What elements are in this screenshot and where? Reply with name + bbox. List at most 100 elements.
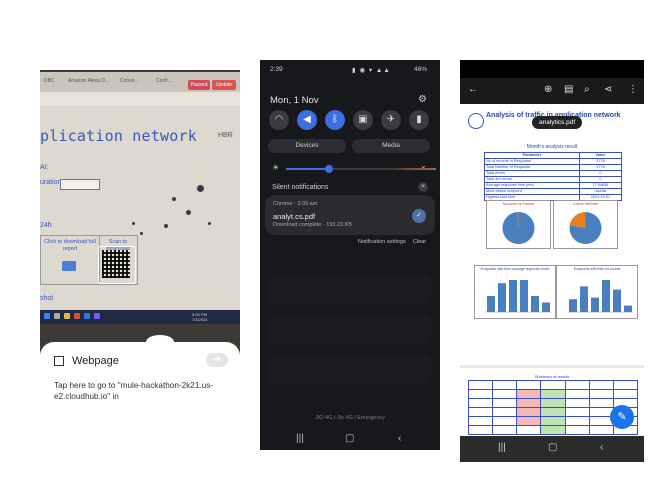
mute-icon[interactable]: ◀ [297,110,317,130]
flashlight-icon[interactable]: ▮ [409,110,429,130]
background-dim [268,275,432,305]
notification-settings-link[interactable]: Notification settings [358,239,406,245]
scatter-dot [197,185,204,192]
arrow-right-icon[interactable]: ➜ [206,353,228,367]
browser-tab: Conve... [120,78,139,84]
devices-button[interactable]: Devices [268,139,346,153]
edge-icon [84,313,90,319]
airplane-icon[interactable]: ✈ [381,110,401,130]
logo-icon [468,113,484,129]
bar-chart-hit-counts [567,280,633,313]
pie-chart-panel: Success vs Failure [486,200,551,249]
clear-button[interactable]: Clear [413,239,426,245]
notification-status: Download complete · 193.23 KB [273,222,352,228]
home-icon[interactable]: ▢ [345,433,354,444]
back-icon[interactable]: ‹ [600,442,603,453]
update-badge: Update [212,80,236,90]
hbr-label: HBR [218,132,233,139]
brightness-fill [286,168,330,170]
silent-notifications-label: Silent notifications [272,184,329,191]
table-row [467,398,639,408]
chevron-down-icon[interactable]: ⌄ [420,161,427,170]
navigation-bar: ||| ▢ ‹ [460,436,644,462]
page-title: plication network [40,127,197,145]
table-row [467,380,639,390]
bluetooth-icon[interactable]: ᛒ [325,110,345,130]
bar [591,297,599,312]
bar-chart-title: Endpoints with their hit counts [573,267,621,271]
close-icon[interactable]: ✕ [418,182,428,192]
paused-badge: Paused [188,80,210,90]
back-icon[interactable]: ‹ [398,433,401,444]
bar [542,302,550,312]
background-dim [268,355,432,385]
home-icon[interactable]: ▢ [548,442,557,453]
bar [531,296,539,312]
search-icon[interactable]: ⌕ [584,84,590,95]
bar [602,280,610,312]
camera-viewfinder-screen: DBC Amazon Alexa D... Conve... Confi... … [40,70,240,440]
start-icon [44,313,50,319]
brightness-knob[interactable] [325,165,334,173]
bar-chart-response-times [485,280,551,313]
browser-tab: Amazon Alexa D... [68,78,110,84]
media-button[interactable]: Media [352,139,430,153]
brightness-icon: ☀ [272,163,280,172]
recents-icon[interactable]: ||| [498,442,506,453]
wifi-icon[interactable]: ◠ [269,110,289,130]
share-icon[interactable]: ⋖ [604,84,612,95]
shutter-button[interactable] [128,432,152,440]
notification-filename: analyt.cs.pdf [273,212,316,221]
qr-code-icon [102,250,130,278]
pie-chart-title: Cache Hit/Miss [572,202,599,206]
results-table: Parameter Value No of records in Respons… [484,152,623,201]
bar-chart-panel: Endpoints with their hit counts [556,265,638,319]
status-bar [460,60,644,78]
folder-icon [64,313,70,319]
back-arrow-icon[interactable]: ← [468,84,478,95]
download-icon[interactable]: ✓ [412,209,426,223]
more-icon[interactable]: ⋮ [628,84,638,95]
notification-shade-screen: 2:39 ▮ ◉ ▾ ▲▲ 46% Mon, 1 Nov ⚙ ◠ ◀ ᛒ ▣ ✈… [260,60,440,450]
bar [498,283,506,312]
suggestion-title: Webpage [72,355,119,367]
section-title: Month's analysis result [526,144,578,150]
bar [487,296,495,312]
bar [520,280,528,312]
battery-level: 46% [414,66,428,73]
rotation-icon[interactable]: ▣ [353,110,373,130]
windows-taskbar: 3:00 PM 7/1/2021 [40,310,240,324]
download-label: Click to download full report [44,239,96,252]
download-cell[interactable]: Click to download full report [41,236,100,282]
bar [569,299,577,312]
monitor-photo: DBC Amazon Alexa D... Conve... Confi... … [40,72,240,324]
page-divider [460,365,644,368]
browser-address-bar [40,92,240,106]
recents-icon[interactable]: ||| [296,433,304,444]
pdf-viewer-screen: ← ⊕ ▤ ⌕ ⋖ ⋮ Analysis of traffic in appli… [460,60,644,462]
brightness-slider[interactable] [286,165,436,173]
drive-icon[interactable]: ⊕ [544,84,552,95]
chrome-icon [74,313,80,319]
table-row [467,389,639,399]
qr-code-icon [54,356,64,366]
summary-table [467,380,639,435]
gear-icon[interactable]: ⚙ [418,94,427,105]
scatter-dot [172,197,176,201]
status-time: 2:39 [270,66,283,73]
edit-icon[interactable]: ✎ [610,405,634,429]
bar-chart-title: Endpoints with their average response ti… [480,267,550,271]
ai-label: AI: [40,164,49,171]
webpage-suggestion-card[interactable]: Webpage ➜ Tap here to go to "mule-hackat… [40,342,240,440]
download-notification[interactable]: Chrome · 2:39 am analyt.cs.pdf Download … [265,195,435,235]
folder-icon [62,261,76,271]
scatter-dot [132,222,135,225]
brightness-warm-segment [390,168,436,170]
pie-chart-cache [569,212,602,244]
doc-icon[interactable]: ▤ [564,84,573,95]
pie-chart-panel: Cache Hit/Miss [553,200,618,249]
page2-title: Summary of results [534,374,570,379]
pie-chart-success [502,212,535,244]
scatter-dot [140,232,143,235]
browser-tab: DBC [44,78,55,84]
